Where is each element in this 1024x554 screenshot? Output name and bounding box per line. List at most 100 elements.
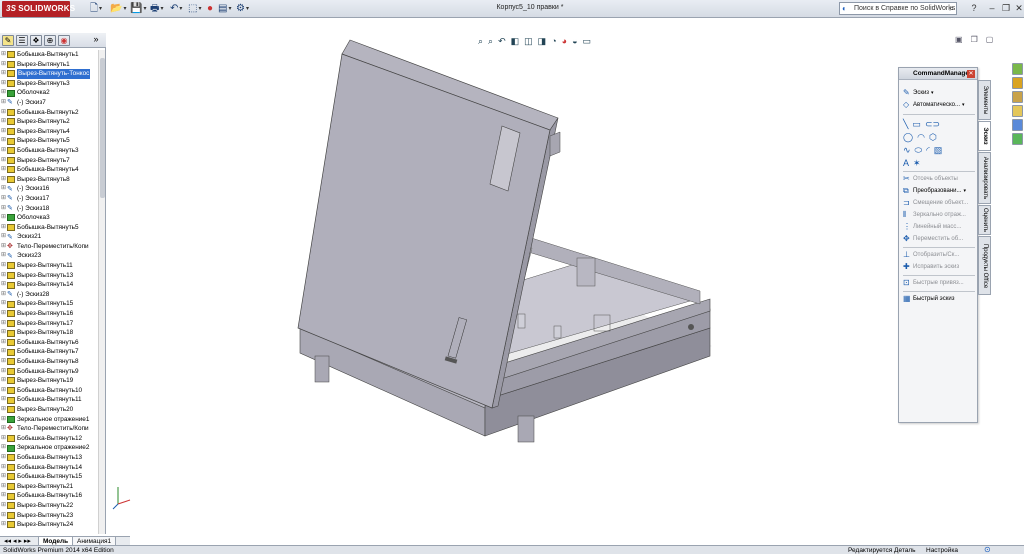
expand-icon[interactable]: ⊞ — [0, 319, 7, 329]
tree-item[interactable]: ⊞ Вырез-Вытянуть18 — [0, 328, 99, 338]
status-customize[interactable]: Настройка — [926, 546, 958, 554]
tab-assess[interactable]: Оценить — [978, 205, 991, 235]
spline-icon[interactable]: ∿ — [903, 144, 911, 156]
tree-item[interactable]: ⊞ Вырез-Вытянуть17 — [0, 319, 99, 329]
expand-icon[interactable]: ⊞ — [0, 136, 7, 146]
tree-item[interactable]: ⊞ Бобышка-Вытянуть7 — [0, 347, 99, 357]
tree-item[interactable]: ⊞ Бобышка-Вытянуть5 — [0, 223, 99, 233]
resources-icon[interactable] — [1012, 63, 1023, 75]
expand-icon[interactable]: ⊞ — [0, 511, 7, 521]
tree-item[interactable]: ⊞ Вырез-Вытянуть3 — [0, 79, 99, 89]
expand-icon[interactable]: ⊞ — [0, 299, 7, 309]
expand-icon[interactable]: ⊞ — [0, 127, 7, 137]
tree-item[interactable]: ⊞ Бобышка-Вытянуть12 — [0, 434, 99, 444]
minimize-button[interactable]: – — [985, 2, 999, 14]
expand-icon[interactable]: ⊞ — [0, 443, 7, 453]
search-icon[interactable]: ⌕ — [950, 3, 954, 14]
tree-item[interactable]: ⊞ ✎ (-) Эскиз28 — [0, 290, 99, 300]
plane-icon[interactable]: ▧ — [934, 144, 943, 156]
expand-icon[interactable]: ⊞ — [0, 242, 7, 252]
expand-icon[interactable]: ⊞ — [0, 453, 7, 463]
offset-entities-button[interactable]: ⊐ Смещение объект... — [903, 198, 968, 208]
expand-icon[interactable]: ⊞ — [0, 175, 7, 185]
expand-icon[interactable]: ⊞ — [0, 415, 7, 425]
expand-icon[interactable]: ⊞ — [0, 98, 7, 108]
tree-item[interactable]: ⊞ Вырез-Вытянуть23 — [0, 511, 99, 521]
close-button[interactable]: ✕ — [1012, 2, 1024, 14]
help-icon[interactable]: ⊙ — [984, 545, 991, 554]
custom-properties-icon[interactable] — [1012, 133, 1023, 145]
expand-icon[interactable]: ⊞ — [0, 357, 7, 367]
expand-icon[interactable]: ⊞ — [0, 88, 7, 98]
viewport-maximize-icon[interactable]: ▢ — [986, 35, 994, 45]
expand-icon[interactable]: ⊞ — [0, 347, 7, 357]
ellipse-icon[interactable]: ⬭ — [915, 144, 923, 156]
expand-icon[interactable]: ⊞ — [0, 117, 7, 127]
expand-icon[interactable]: ⊞ — [0, 60, 7, 70]
tree-item[interactable]: ⊞ Вырез-Вытянуть-Тонкос — [0, 69, 99, 79]
line-icon[interactable]: ╲ — [903, 118, 908, 130]
tree-item[interactable]: ⊞ Бобышка-Вытянуть10 — [0, 386, 99, 396]
panel-expand-button[interactable]: » — [90, 35, 102, 46]
expand-icon[interactable]: ⊞ — [0, 146, 7, 156]
file-properties-button[interactable]: ▤ ▾ — [218, 2, 231, 15]
tree-item[interactable]: ⊞ Вырез-Вытянуть11 — [0, 261, 99, 271]
tree-item[interactable]: ⊞ Вырез-Вытянуть13 — [0, 271, 99, 281]
enclosure-3d-model[interactable] — [280, 36, 720, 456]
sketch-button[interactable]: ✎ Эскиз ▾ — [903, 88, 934, 98]
tree-item[interactable]: ⊞ ✎ (-) Эскиз7 — [0, 98, 99, 108]
display-relations-button[interactable]: ⊥ Отобразить/Ск... — [903, 250, 959, 260]
help-button[interactable]: ? — [967, 2, 981, 14]
tree-item[interactable]: ⊞ Вырез-Вытянуть14 — [0, 280, 99, 290]
expand-icon[interactable]: ⊞ — [0, 386, 7, 396]
file-explorer-icon[interactable] — [1012, 91, 1023, 103]
configuration-manager-tab[interactable]: ❖ — [30, 35, 42, 46]
tree-item[interactable]: ⊞ Вырез-Вытянуть4 — [0, 127, 99, 137]
tree-item[interactable]: ⊞ Вырез-Вытянуть20 — [0, 405, 99, 415]
expand-icon[interactable]: ⊞ — [0, 79, 7, 89]
tree-item[interactable]: ⊞ Бобышка-Вытянуть16 — [0, 491, 99, 501]
tab-office-products[interactable]: Продукты Office — [978, 236, 991, 295]
text-icon[interactable]: A — [903, 157, 909, 169]
dimxpert-tab[interactable]: ⊕ — [44, 35, 56, 46]
tree-item[interactable]: ⊞ ✎ (-) Эскиз17 — [0, 194, 99, 204]
help-search-input[interactable]: ◐ Поиск в Справке по SolidWorks ⌕ — [839, 2, 957, 15]
tree-item[interactable]: ⊞ Вырез-Вытянуть8 — [0, 175, 99, 185]
expand-icon[interactable]: ⊞ — [0, 290, 7, 300]
expand-icon[interactable]: ⊞ — [0, 482, 7, 492]
tree-item[interactable]: ⊞ ✎ (-) Эскиз16 — [0, 184, 99, 194]
expand-icon[interactable]: ⊞ — [0, 424, 7, 434]
arc-icon[interactable]: ◠ — [917, 131, 925, 143]
feature-manager-tab[interactable]: ✎ — [2, 35, 14, 46]
fillet-icon[interactable]: ◜ — [926, 144, 930, 156]
display-manager-tab[interactable]: ◉ — [58, 35, 70, 46]
tab-evaluate[interactable]: Анализировать — [978, 152, 991, 204]
tree-item[interactable]: ⊞ Вырез-Вытянуть15 — [0, 299, 99, 309]
expand-icon[interactable]: ⊞ — [0, 520, 7, 530]
expand-icon[interactable]: ⊞ — [0, 491, 7, 501]
tree-item[interactable]: ⊞ ✎ Эскиз23 — [0, 251, 99, 261]
mirror-entities-button[interactable]: ⫴ Зеркально отраж... — [903, 210, 966, 220]
expand-icon[interactable]: ⊞ — [0, 309, 7, 319]
tree-item[interactable]: ⊞ Бобышка-Вытянуть15 — [0, 472, 99, 482]
viewport-tile-icon[interactable]: ▣ — [955, 35, 963, 45]
tree-item[interactable]: ⊞ Вырез-Вытянуть19 — [0, 376, 99, 386]
tree-item[interactable]: ⊞ Вырез-Вытянуть22 — [0, 501, 99, 511]
restore-button[interactable]: ❐ — [999, 2, 1013, 14]
tree-item[interactable]: ⊞ Бобышка-Вытянуть6 — [0, 338, 99, 348]
new-document-button[interactable]: 🗋 ▾ — [90, 2, 102, 15]
print-button[interactable]: 🖶 ▾ — [150, 2, 163, 15]
expand-icon[interactable]: ⊞ — [0, 501, 7, 511]
tree-item[interactable]: ⊞ Вырез-Вытянуть5 — [0, 136, 99, 146]
expand-icon[interactable]: ⊞ — [0, 213, 7, 223]
expand-icon[interactable]: ⊞ — [0, 261, 7, 271]
rectangle-icon[interactable]: ▭ — [912, 118, 921, 130]
repair-sketch-button[interactable]: ✚ Исправить эскиз — [903, 262, 959, 272]
tree-item[interactable]: ⊞ Бобышка-Вытянуть8 — [0, 357, 99, 367]
expand-icon[interactable]: ⊞ — [0, 338, 7, 348]
expand-icon[interactable]: ⊞ — [0, 405, 7, 415]
expand-icon[interactable]: ⊞ — [0, 367, 7, 377]
scrollbar-thumb[interactable] — [100, 58, 105, 198]
expand-icon[interactable]: ⊞ — [0, 395, 7, 405]
expand-icon[interactable]: ⊞ — [0, 69, 7, 79]
